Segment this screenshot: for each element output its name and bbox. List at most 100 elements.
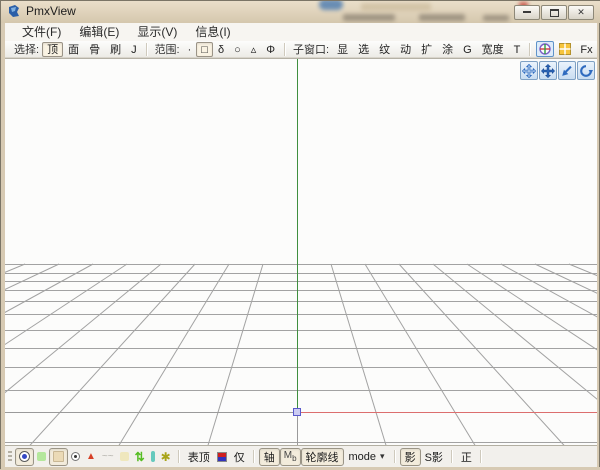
only-toggle[interactable]: 仅 — [230, 449, 249, 465]
range-circle-button[interactable]: ○ — [229, 42, 246, 57]
toolbar-grip[interactable] — [8, 451, 12, 463]
updown-arrows-icon: ⇅ — [135, 451, 145, 463]
titlebar-artifact — [483, 15, 509, 21]
self-shadow-toggle[interactable]: S影 — [421, 449, 447, 465]
toolbar-separator — [178, 450, 180, 463]
range-triangle-button[interactable]: ▵ — [246, 42, 262, 57]
front-view-toggle[interactable]: 正 — [457, 449, 476, 465]
material-display-toggle[interactable] — [49, 448, 68, 466]
subwindow-label: 子窗口: — [293, 41, 329, 57]
zoom-button[interactable] — [558, 61, 576, 80]
bar-display-toggle[interactable] — [148, 448, 158, 466]
main-toolbar: 选择: 顶 面 骨 刷 J 范围: · □ δ ○ ▵ Φ 子窗口: 显 选 纹… — [5, 41, 597, 58]
axis-toggle-button[interactable]: 轴 — [259, 448, 280, 466]
axis-gizmo-icon — [538, 42, 552, 56]
range-phi-button[interactable]: Φ — [261, 42, 280, 57]
menu-view[interactable]: 显示(V) — [128, 23, 186, 41]
pan-button[interactable] — [520, 61, 538, 80]
radio-small-icon — [71, 452, 80, 461]
viewport-3d[interactable] — [5, 58, 597, 445]
physics-display-toggle[interactable]: ~~ — [99, 448, 117, 466]
point-display-toggle[interactable] — [68, 448, 83, 466]
select-label: 选择: — [14, 41, 39, 57]
beige-square-icon — [53, 451, 64, 462]
subwindow-g-button[interactable]: G — [458, 42, 477, 57]
subwindow-select-button[interactable]: 选 — [353, 42, 374, 57]
rotate-button[interactable] — [577, 61, 595, 80]
subwindow-texture-button[interactable]: 纹 — [374, 42, 395, 57]
subwindow-width-button[interactable]: 宽度 — [477, 42, 509, 57]
mode-label: mode — [349, 451, 377, 463]
green-square-icon — [37, 452, 46, 461]
toolbar-separator — [529, 43, 531, 56]
radio-blue-icon — [19, 451, 30, 462]
red-triangle-icon: ▲ — [86, 452, 96, 462]
star-display-toggle[interactable]: ✱ — [158, 448, 174, 466]
chevron-down-icon: ▾ — [380, 451, 385, 462]
fx-button[interactable]: Fx — [575, 42, 597, 57]
range-lasso-button[interactable]: δ — [213, 42, 229, 57]
move-icon — [541, 64, 555, 78]
joint-display-toggle[interactable]: ⇅ — [132, 448, 148, 466]
titlebar-artifact — [361, 3, 431, 11]
toolbar-separator — [284, 43, 286, 56]
teal-bar-icon — [151, 451, 155, 462]
range-point-button[interactable]: · — [183, 42, 197, 57]
select-bone-button[interactable]: 骨 — [84, 42, 105, 57]
axis-gizmo-button[interactable] — [536, 41, 554, 57]
subwindow-t-button[interactable]: T — [509, 42, 526, 57]
toolbar-separator — [451, 450, 453, 463]
select-joint-button[interactable]: J — [126, 42, 142, 57]
pan-icon — [522, 64, 536, 78]
mode-dropdown[interactable]: mode ▾ — [344, 448, 390, 466]
rigid-display-toggle[interactable] — [117, 448, 132, 466]
toolbar-separator — [146, 43, 148, 56]
toolbar-separator — [253, 450, 255, 463]
titlebar-artifact — [419, 14, 465, 21]
floor-grid — [5, 59, 597, 446]
select-vertex-button[interactable]: 顶 — [42, 42, 63, 57]
menu-info[interactable]: 信息(I) — [186, 23, 239, 41]
star-icon: ✱ — [161, 451, 171, 463]
color-mode-toggle[interactable] — [214, 448, 230, 466]
range-label: 范围: — [155, 41, 180, 57]
range-rect-button[interactable]: □ — [196, 42, 213, 57]
window-title: PmxView — [26, 4, 76, 18]
shadow-toggle-button[interactable]: 影 — [400, 448, 421, 466]
subwindow-motion-button[interactable]: 动 — [395, 42, 416, 57]
toolbar-separator — [480, 450, 482, 463]
maximize-button[interactable] — [541, 5, 567, 20]
app-icon — [7, 4, 21, 18]
green-marker-toggle[interactable] — [34, 448, 49, 466]
grid-panes-icon — [558, 42, 572, 56]
move-button[interactable] — [539, 61, 557, 80]
titlebar[interactable]: PmxView ✕ — [1, 1, 600, 23]
mb-toggle-button[interactable]: Mb — [280, 448, 301, 466]
titlebar-artifact — [343, 14, 395, 21]
mb-label: Mb — [284, 450, 297, 463]
bone-display-toggle[interactable]: ▲ — [83, 448, 99, 466]
select-brush-button[interactable]: 刷 — [105, 42, 126, 57]
menu-file[interactable]: 文件(F) — [13, 23, 70, 41]
view-top-label[interactable]: 表顶 — [184, 449, 214, 465]
close-button[interactable]: ✕ — [568, 5, 594, 20]
menu-bar: 文件(F) 编辑(E) 显示(V) 信息(I) — [5, 23, 597, 41]
grid-panes-button[interactable] — [556, 41, 574, 57]
subwindow-paint-button[interactable]: 涂 — [437, 42, 458, 57]
origin-marker — [294, 409, 301, 416]
vertex-display-toggle[interactable] — [15, 448, 34, 466]
select-face-button[interactable]: 面 — [63, 42, 84, 57]
subwindow-extend-button[interactable]: 扩 — [416, 42, 437, 57]
redblue-square-icon — [217, 452, 227, 462]
maximize-icon — [550, 9, 559, 17]
outline-toggle-button[interactable]: 轮廓线 — [301, 448, 344, 466]
bottom-toolbar: ▲ ~~ ⇅ ✱ 表顶 仅 轴 Mb 轮廓线 mode ▾ 影 S影 正 — [5, 445, 597, 467]
rotate-icon — [579, 64, 593, 78]
minimize-icon — [523, 10, 531, 13]
menu-edit[interactable]: 编辑(E) — [70, 23, 128, 41]
minimize-button[interactable] — [514, 5, 540, 20]
close-icon: ✕ — [577, 7, 585, 18]
toolbar-separator — [394, 450, 396, 463]
subwindow-display-button[interactable]: 显 — [332, 42, 353, 57]
viewport-nav-toolbar — [520, 61, 595, 80]
